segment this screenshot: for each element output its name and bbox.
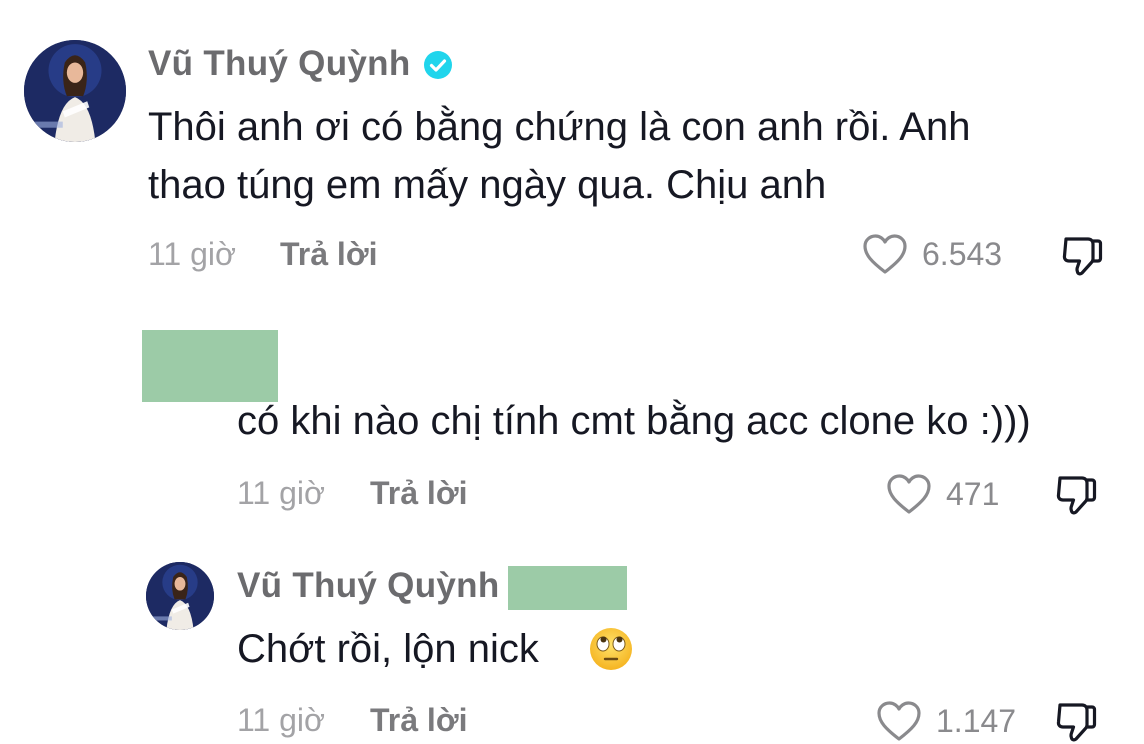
like-count: 1.147 — [936, 703, 1017, 739]
redacted-mention — [508, 566, 627, 610]
reply-button[interactable]: Trả lời — [370, 702, 467, 739]
verified-badge-icon — [424, 51, 452, 79]
reply-button[interactable]: Trả lời — [280, 236, 377, 273]
reply-button[interactable]: Trả lời — [370, 475, 467, 512]
heart-icon[interactable] — [876, 700, 922, 742]
username[interactable]: Vũ Thuý Quỳnh — [148, 44, 411, 84]
dislike-icon[interactable] — [1060, 234, 1104, 278]
avatar[interactable] — [146, 562, 214, 630]
reply-text: có khi nào chị tính cmt bằng acc clone k… — [237, 399, 1031, 443]
comment-text-line: thao túng em mấy ngày qua. Chịu anh — [148, 163, 827, 207]
dislike-icon[interactable] — [1054, 700, 1098, 744]
timestamp: 11 giờ — [237, 702, 325, 738]
heart-icon[interactable] — [862, 233, 908, 275]
avatar[interactable] — [24, 40, 126, 142]
avatar-image — [24, 40, 126, 142]
comment-text-line: Thôi anh ơi có bằng chứng là con anh rồi… — [148, 105, 971, 149]
timestamp: 11 giờ — [148, 236, 236, 272]
reply-text: Chớt rồi, lộn nick — [237, 627, 539, 671]
like-count: 471 — [946, 476, 1000, 512]
heart-icon[interactable] — [886, 473, 932, 515]
username[interactable]: Vũ Thuý Quỳnh — [237, 566, 500, 606]
dislike-icon[interactable] — [1054, 473, 1098, 517]
face-with-rolling-eyes-icon — [590, 628, 632, 670]
avatar-image — [146, 562, 214, 630]
timestamp: 11 giờ — [237, 475, 325, 511]
like-count: 6.543 — [922, 236, 1003, 272]
